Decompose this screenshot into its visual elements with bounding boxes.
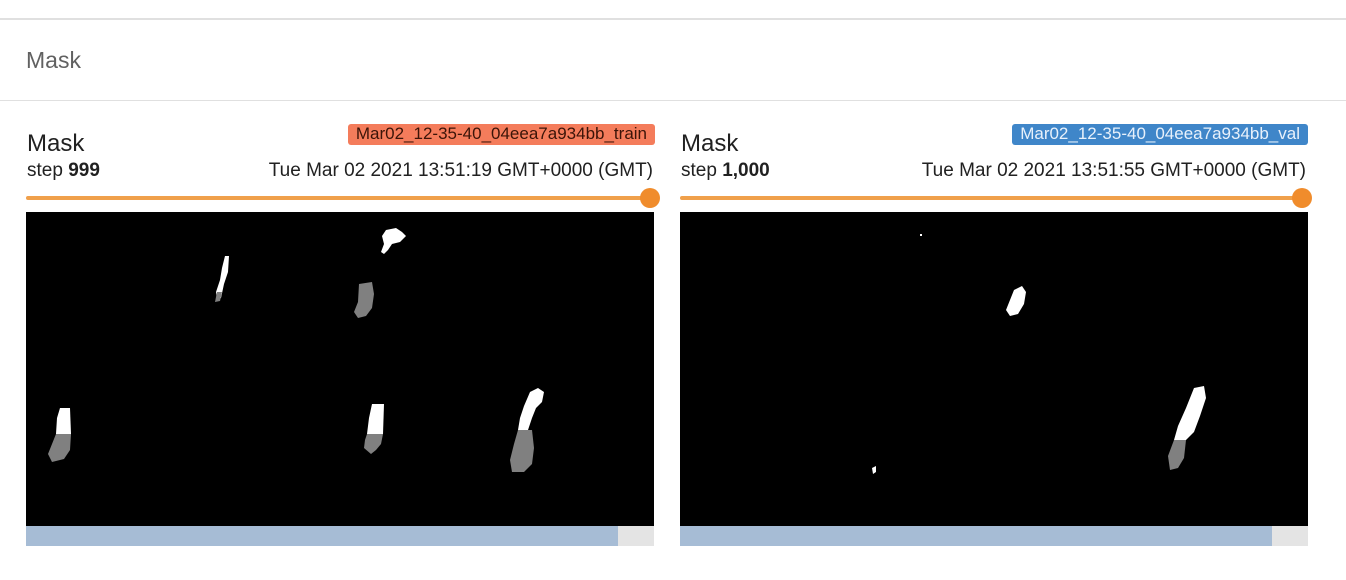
mask-image-canvas: [26, 212, 654, 526]
section-header[interactable]: Mask: [0, 20, 1346, 101]
image-scrollbar-thumb[interactable]: [26, 526, 618, 546]
card-title: Mask: [27, 130, 85, 157]
step-slider-track[interactable]: [26, 196, 650, 200]
step-value: 999: [68, 160, 100, 181]
timestamp: Tue Mar 02 2021 13:51:55 GMT+0000 (GMT): [921, 160, 1306, 181]
image-scrollbar[interactable]: [26, 526, 654, 546]
step-slider-thumb[interactable]: [1292, 188, 1312, 208]
step-label: step: [681, 160, 723, 181]
step-indicator: step 1,000: [681, 160, 770, 182]
image-card-train: Mar02_12-35-40_04eea7a934bb_train Mask s…: [26, 124, 660, 546]
mask-image[interactable]: [680, 212, 1308, 526]
section-title: Mask: [26, 47, 81, 73]
image-scrollbar-thumb[interactable]: [680, 526, 1272, 546]
step-indicator: step 999: [27, 160, 100, 182]
run-tag: Mar02_12-35-40_04eea7a934bb_val: [1012, 124, 1308, 145]
step-slider-thumb[interactable]: [640, 188, 660, 208]
run-tag: Mar02_12-35-40_04eea7a934bb_train: [347, 124, 655, 145]
step-slider-track[interactable]: [680, 196, 1302, 200]
mask-image-canvas: [680, 212, 1308, 526]
step-label: step: [27, 160, 69, 181]
card-title: Mask: [681, 130, 739, 157]
image-scrollbar[interactable]: [680, 526, 1308, 546]
mask-image[interactable]: [26, 212, 654, 526]
image-card-val: Mar02_12-35-40_04eea7a934bb_val Mask ste…: [680, 124, 1312, 546]
timestamp: Tue Mar 02 2021 13:51:19 GMT+0000 (GMT): [268, 160, 653, 181]
top-divider: [0, 0, 1346, 20]
step-value: 1,000: [722, 160, 770, 181]
